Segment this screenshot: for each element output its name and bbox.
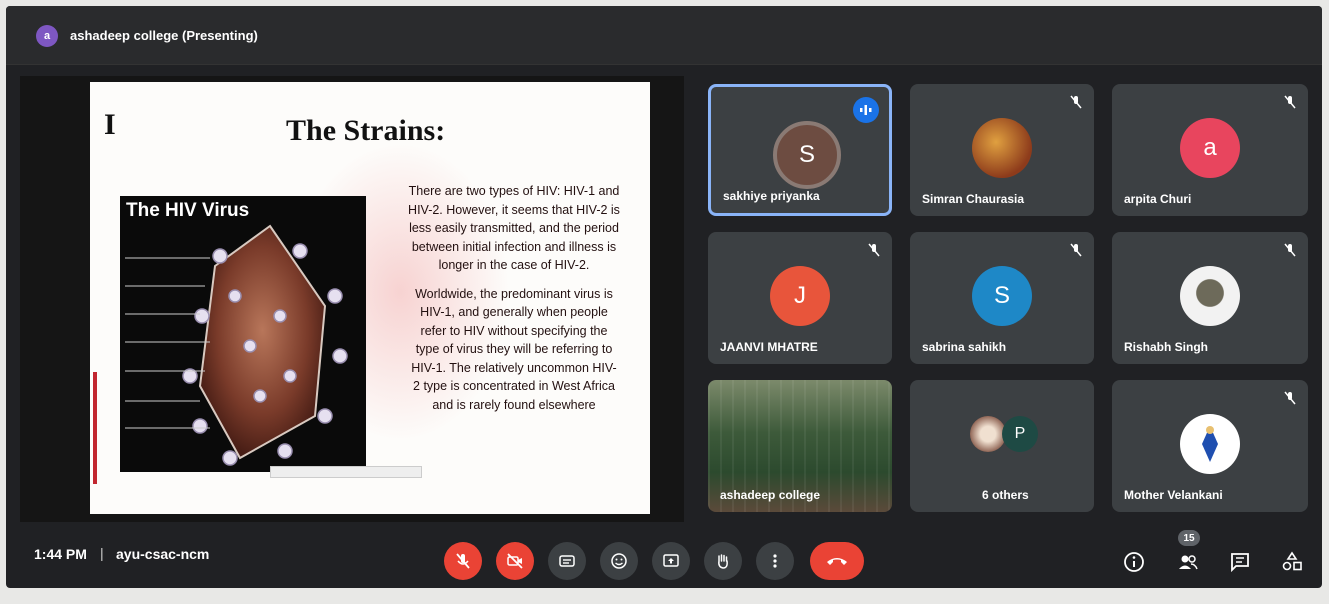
participant-name: ashadeep college bbox=[720, 488, 821, 502]
participant-avatar: a bbox=[1180, 118, 1240, 178]
speaking-indicator-icon bbox=[853, 97, 879, 123]
meeting-code: ayu-csac-ncm bbox=[116, 546, 210, 562]
presentation-area[interactable]: I The Strains: The HIV Virus There are t… bbox=[20, 76, 684, 522]
presenting-title: ashadeep college (Presenting) bbox=[70, 28, 258, 43]
activities-button[interactable] bbox=[1280, 550, 1304, 574]
participant-photo-avatar bbox=[1180, 414, 1240, 474]
participant-photo-avatar bbox=[972, 118, 1032, 178]
mic-off-icon bbox=[1070, 243, 1082, 257]
participant-photo-avatar bbox=[970, 416, 1006, 452]
people-button[interactable] bbox=[1176, 550, 1200, 574]
mic-off-icon bbox=[456, 553, 470, 569]
participant-name: sakhiye priyanka bbox=[723, 189, 820, 203]
participant-name: arpita Churi bbox=[1124, 192, 1192, 206]
slide-title: The Strains: bbox=[286, 114, 446, 147]
mic-off-icon bbox=[1070, 95, 1082, 109]
participant-avatar: S bbox=[773, 121, 841, 189]
mic-off-icon bbox=[868, 243, 880, 257]
raise-hand-button[interactable] bbox=[704, 542, 742, 580]
end-call-icon bbox=[827, 558, 847, 565]
people-icon bbox=[1179, 555, 1198, 570]
info-icon bbox=[1124, 552, 1144, 572]
captions-icon bbox=[559, 555, 575, 567]
more-options-icon bbox=[773, 554, 777, 568]
meeting-time: 1:44 PM bbox=[34, 546, 87, 562]
participant-tile[interactable]: a arpita Churi bbox=[1112, 84, 1308, 216]
present-now-button[interactable] bbox=[652, 542, 690, 580]
participant-name: Mother Velankani bbox=[1124, 488, 1223, 502]
participant-name: Rishabh Singh bbox=[1124, 340, 1208, 354]
meeting-separator: | bbox=[100, 545, 104, 561]
raise-hand-icon bbox=[718, 554, 728, 569]
virus-image-title: The HIV Virus bbox=[126, 200, 250, 221]
participant-name: 6 others bbox=[982, 488, 1029, 502]
slide-accent-bar bbox=[93, 372, 97, 484]
participant-name: JAANVI MHATRE bbox=[720, 340, 818, 354]
chat-button[interactable] bbox=[1228, 550, 1252, 574]
participant-name: Simran Chaurasia bbox=[922, 192, 1025, 206]
participant-tile[interactable]: S sakhiye priyanka bbox=[708, 84, 892, 216]
participant-photo-avatar bbox=[1180, 266, 1240, 326]
presentation-slide: I The Strains: The HIV Virus There are t… bbox=[90, 82, 650, 514]
top-bar: a ashadeep college (Presenting) bbox=[6, 6, 1322, 65]
mic-off-icon bbox=[1284, 95, 1296, 109]
slide-body-text: There are two types of HIV: HIV-1 and HI… bbox=[408, 182, 620, 424]
camera-toggle-button[interactable] bbox=[496, 542, 534, 580]
mic-toggle-button[interactable] bbox=[444, 542, 482, 580]
meeting-details-button[interactable] bbox=[1122, 550, 1146, 574]
slide-paragraph-1: There are two types of HIV: HIV-1 and HI… bbox=[408, 184, 620, 272]
activities-icon bbox=[1282, 551, 1302, 571]
presenter-avatar: a bbox=[36, 25, 58, 47]
slide-left-letter: I bbox=[104, 108, 116, 141]
participant-avatar: S bbox=[972, 266, 1032, 326]
participant-name: sabrina sahikh bbox=[922, 340, 1007, 354]
slide-paragraph-2: Worldwide, the predominant virus is HIV-… bbox=[411, 286, 617, 412]
mic-off-icon bbox=[1284, 243, 1296, 257]
meet-window: a ashadeep college (Presenting) I The St… bbox=[6, 6, 1322, 588]
participant-tile[interactable]: Simran Chaurasia bbox=[910, 84, 1094, 216]
participant-avatar: P bbox=[1002, 416, 1038, 452]
leave-call-button[interactable] bbox=[810, 542, 864, 580]
emoji-icon bbox=[611, 553, 627, 569]
present-screen-icon bbox=[663, 554, 679, 567]
image-caption-strip bbox=[270, 466, 422, 478]
hiv-virus-image: The HIV Virus bbox=[120, 196, 366, 472]
more-options-button[interactable] bbox=[756, 542, 794, 580]
participant-tile[interactable]: J JAANVI MHATRE bbox=[708, 232, 892, 364]
chat-icon bbox=[1231, 553, 1249, 573]
captions-button[interactable] bbox=[548, 542, 586, 580]
participant-tile[interactable]: ashadeep college bbox=[708, 380, 892, 512]
participant-tile[interactable]: Rishabh Singh bbox=[1112, 232, 1308, 364]
participant-tile[interactable]: P 6 others bbox=[910, 380, 1094, 512]
participant-tile[interactable]: S sabrina sahikh bbox=[910, 232, 1094, 364]
camera-off-icon bbox=[507, 553, 523, 569]
emoji-reaction-button[interactable] bbox=[600, 542, 638, 580]
participant-avatar: J bbox=[770, 266, 830, 326]
participant-tile[interactable]: Mother Velankani bbox=[1112, 380, 1308, 512]
people-count-badge: 15 bbox=[1178, 530, 1200, 546]
mic-off-icon bbox=[1284, 391, 1296, 405]
bottom-control-bar: 1:44 PM | ayu-csac-ncm 15 bbox=[6, 526, 1322, 588]
